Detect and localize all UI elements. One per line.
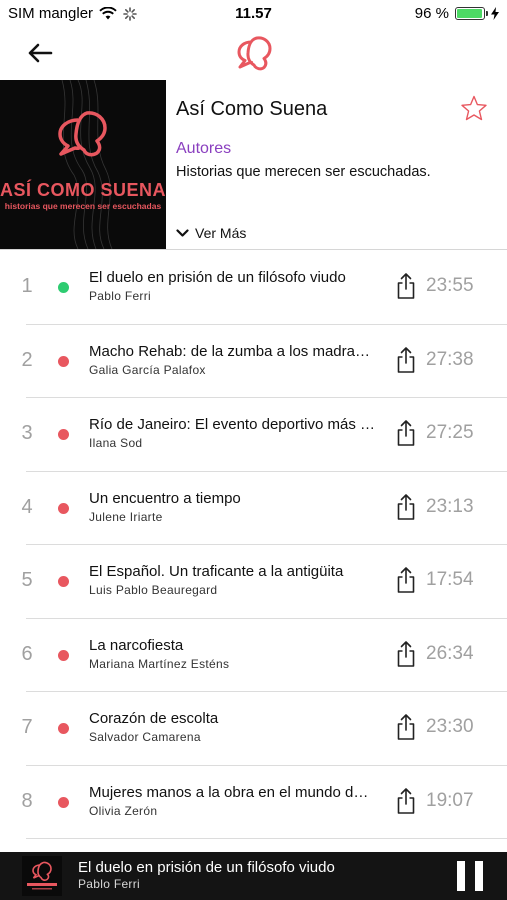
pause-icon-bar-right — [475, 861, 483, 891]
episode-author: Salvador Camarena — [89, 730, 201, 744]
battery-fill — [457, 9, 482, 18]
see-more-button[interactable]: Ver Más — [176, 225, 246, 241]
back-button[interactable] — [22, 38, 58, 68]
episode-row[interactable]: 5 El Español. Un traficante a la antigüi… — [0, 545, 507, 619]
episode-number: 4 — [21, 495, 33, 518]
episode-title: El duelo en prisión de un filósofo viudo — [89, 269, 346, 286]
episode-row[interactable]: 4 Un encuentro a tiempo Julene Iriarte 2… — [0, 472, 507, 546]
share-icon[interactable] — [395, 713, 417, 741]
episode-status-dot — [58, 649, 69, 661]
cover-subtitle: historias que merecen ser escuchadas — [4, 201, 162, 211]
episode-duration: 27:25 — [426, 422, 474, 443]
share-icon[interactable] — [395, 787, 417, 815]
episode-row[interactable]: 8 Mujeres manos a la obra en el mundo de… — [0, 766, 507, 840]
nav-bar — [0, 28, 507, 80]
cover-title: ASÍ COMO SUENA — [0, 180, 166, 200]
podcast-title: Así Como Suena — [176, 98, 328, 120]
mini-player-cover-art — [22, 856, 62, 896]
episode-status-dot — [58, 576, 69, 587]
episode-list: 1 El duelo en prisión de un filósofo viu… — [0, 251, 507, 839]
episode-row[interactable]: 3 Río de Janeiro: El evento deportivo má… — [0, 398, 507, 472]
episode-number: 5 — [21, 569, 33, 591]
status-right: 96 % — [415, 5, 499, 22]
episode-title: Mujeres manos a la obra en el mundo de l… — [89, 783, 375, 801]
episode-author: Mariana Martínez Esténs — [89, 656, 230, 671]
back-arrow-icon — [28, 43, 53, 63]
share-icon[interactable] — [395, 566, 417, 594]
authors-link[interactable]: Autores — [176, 140, 231, 158]
episode-number: 1 — [21, 275, 33, 297]
chevron-down-icon — [176, 228, 189, 237]
episode-number: 8 — [21, 789, 33, 812]
episode-status-dot — [58, 429, 69, 440]
episode-row[interactable]: 6 La narcofiesta Mariana Martínez Esténs… — [0, 619, 507, 693]
episode-status-dot — [58, 282, 69, 293]
episode-number: 3 — [21, 422, 33, 444]
now-playing-author: Pablo Ferri — [78, 877, 140, 891]
episode-title: Río de Janeiro: El evento deportivo más … — [89, 416, 375, 433]
episode-duration: 23:55 — [426, 275, 474, 296]
speech-bubbles-logo-icon — [237, 36, 272, 71]
mini-cover-logo — [27, 861, 57, 890]
share-icon[interactable] — [395, 493, 417, 521]
episode-title: Corazón de escolta — [89, 710, 219, 727]
episode-title: Un encuentro a tiempo — [89, 489, 241, 507]
episode-duration: 26:34 — [426, 642, 474, 664]
episode-duration: 27:38 — [426, 348, 474, 370]
now-playing-title: El duelo en prisión de un filósofo viudo — [78, 859, 335, 876]
episode-number: 7 — [21, 716, 33, 738]
episode-title: Macho Rehab: de la zumba a los madrazos — [89, 342, 375, 360]
podcast-header: ASÍ COMO SUENA historias que merecen ser… — [0, 80, 507, 250]
pause-button[interactable] — [457, 861, 483, 891]
episode-duration: 17:54 — [426, 569, 474, 590]
podcast-cover-art: ASÍ COMO SUENA historias que merecen ser… — [0, 80, 166, 249]
charging-bolt-icon — [491, 7, 499, 20]
see-more-label: Ver Más — [195, 225, 247, 241]
episode-author: Julene Iriarte — [89, 509, 163, 524]
episode-author: Galia García Palafox — [89, 362, 206, 377]
episode-author: Luis Pablo Beauregard — [89, 583, 218, 597]
episode-title: El Español. Un traficante a la antigüita — [89, 563, 344, 580]
episode-author: Pablo Ferri — [89, 289, 151, 303]
share-icon[interactable] — [395, 419, 417, 447]
episode-duration: 19:07 — [426, 789, 474, 811]
episode-author: Ilana Sod — [89, 436, 143, 450]
mini-player[interactable]: El duelo en prisión de un filósofo viudo… — [0, 852, 507, 900]
status-bar: SIM mangler 11.57 96 % — [0, 0, 507, 28]
share-icon[interactable] — [395, 640, 417, 668]
episode-duration: 23:13 — [426, 495, 474, 517]
episode-status-dot — [58, 502, 69, 514]
episode-number: 2 — [21, 348, 33, 371]
episode-author: Olivia Zerón — [89, 803, 158, 818]
battery-percent: 96 % — [414, 5, 449, 22]
pause-icon-bar-left — [457, 861, 465, 891]
cover-texture — [58, 80, 113, 249]
favorite-star-icon[interactable] — [459, 94, 489, 124]
episode-duration: 23:30 — [426, 716, 474, 737]
episode-title: La narcofiesta — [89, 636, 184, 654]
episode-status-dot — [58, 355, 69, 367]
podcast-description: Historias que merecen ser escuchadas. — [176, 164, 431, 180]
battery-icon — [455, 7, 488, 20]
episode-row[interactable]: 2 Macho Rehab: de la zumba a los madrazo… — [0, 325, 507, 399]
share-icon[interactable] — [395, 346, 417, 374]
episode-number: 6 — [21, 642, 33, 665]
episode-status-dot — [58, 796, 69, 808]
episode-row[interactable]: 7 Corazón de escolta Salvador Camarena 2… — [0, 692, 507, 766]
episode-row[interactable]: 1 El duelo en prisión de un filósofo viu… — [0, 251, 507, 325]
share-icon[interactable] — [395, 272, 417, 300]
episode-status-dot — [58, 723, 69, 734]
